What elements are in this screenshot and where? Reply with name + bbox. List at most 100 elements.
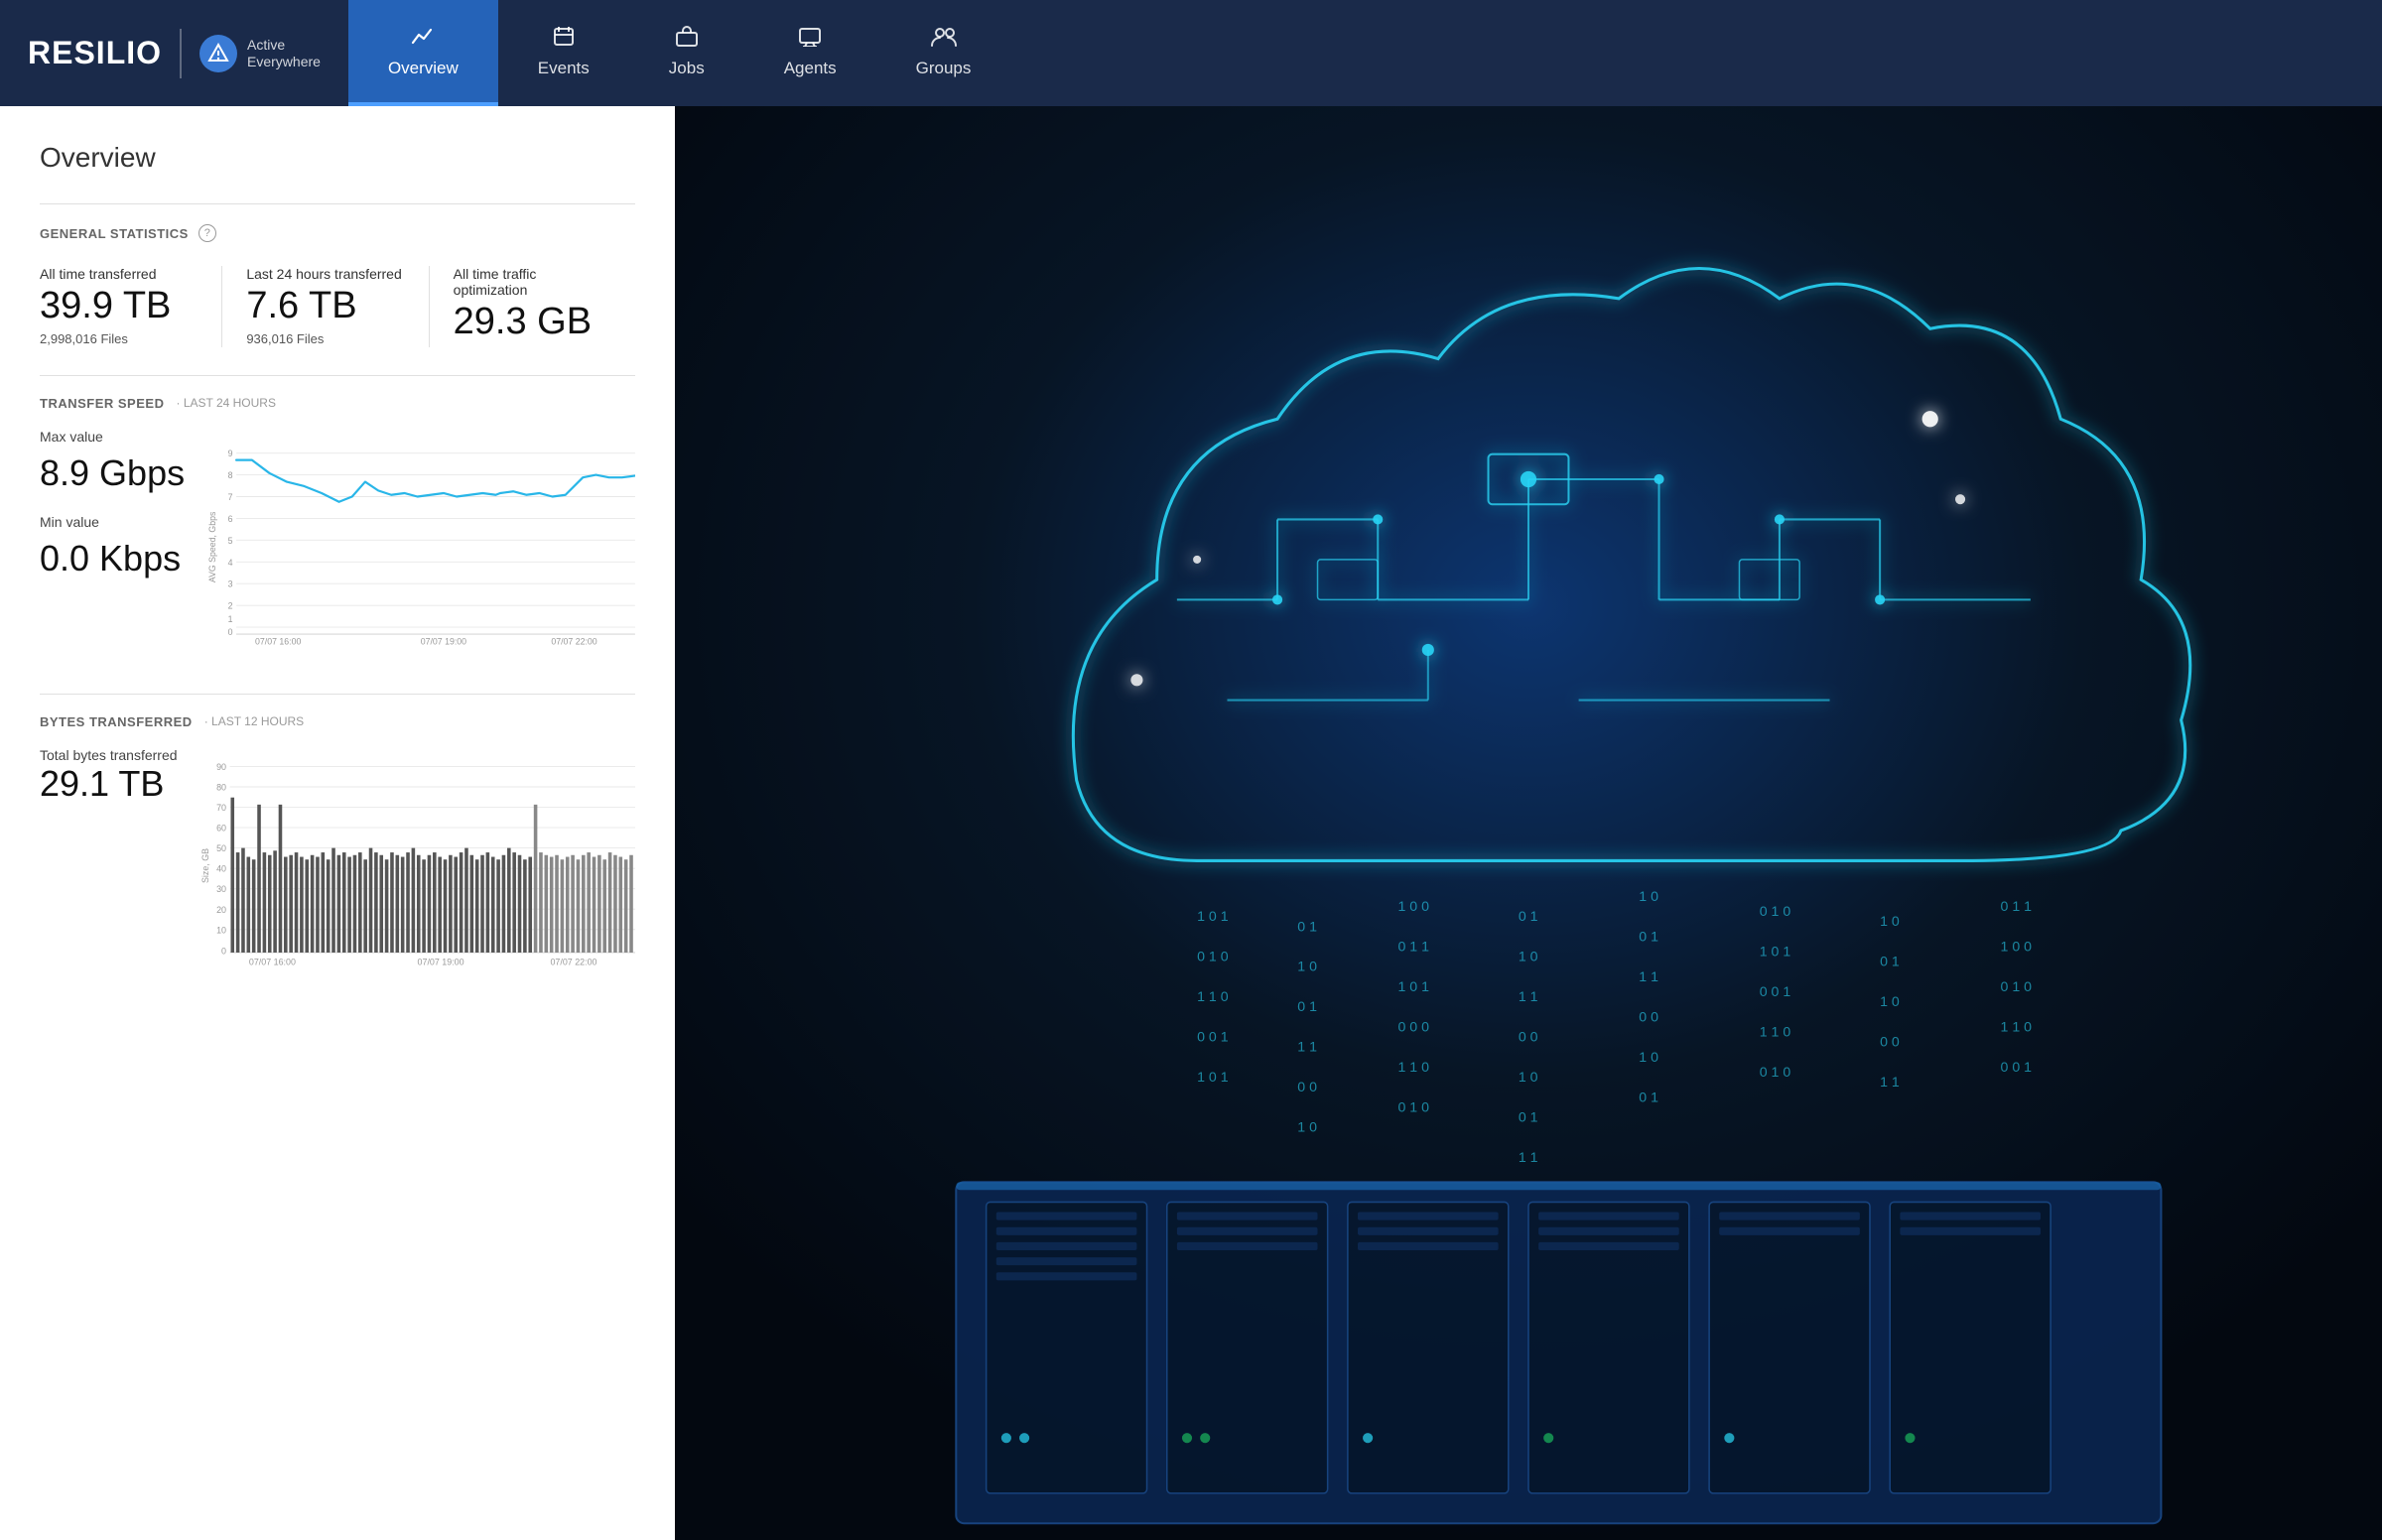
main-content: Overview GENERAL STATISTICS ? All time t… — [0, 106, 2382, 1540]
divider-3 — [40, 694, 635, 695]
nav-item-jobs[interactable]: Jobs — [629, 0, 744, 106]
svg-text:0 1 0: 0 1 0 — [1397, 1099, 1429, 1115]
svg-text:30: 30 — [216, 884, 226, 894]
top-navigation: RESILIO Active Everywhere Ove — [0, 0, 2382, 106]
svg-text:0 1: 0 1 — [1297, 999, 1317, 1015]
svg-text:4: 4 — [228, 558, 233, 568]
svg-text:1 1 0: 1 1 0 — [2001, 1019, 2033, 1035]
svg-text:0 1 0: 0 1 0 — [1760, 1065, 1791, 1081]
svg-text:60: 60 — [216, 823, 226, 833]
bytes-transferred-header: BYTES TRANSFERRED · LAST 12 HOURS — [40, 714, 635, 729]
events-icon — [552, 25, 576, 53]
transfer-speed-header: TRANSFER SPEED · LAST 24 HOURS — [40, 396, 635, 411]
svg-text:1 0: 1 0 — [1297, 960, 1317, 975]
svg-text:1 0: 1 0 — [1639, 1050, 1658, 1066]
bytes-transferred-section: BYTES TRANSFERRED · LAST 12 HOURS Total … — [40, 714, 635, 980]
svg-text:10: 10 — [216, 925, 226, 935]
svg-text:07/07 19:00: 07/07 19:00 — [417, 957, 463, 966]
agents-icon — [798, 25, 822, 53]
svg-text:1 1 0: 1 1 0 — [1397, 1060, 1429, 1076]
brand-divider — [180, 29, 182, 78]
nav-item-agents[interactable]: Agents — [744, 0, 876, 106]
bytes-chart: 90 80 70 60 50 40 30 20 10 0 — [201, 747, 635, 975]
svg-text:1 1: 1 1 — [1639, 969, 1658, 985]
overview-icon — [411, 25, 435, 53]
info-icon[interactable]: ? — [198, 224, 216, 242]
last24-stat: Last 24 hours transferred 7.6 TB 936,016… — [221, 266, 428, 347]
divider-2 — [40, 375, 635, 376]
svg-text:1: 1 — [228, 614, 233, 624]
optimization-stat: All time traffic optimization 29.3 GB — [429, 266, 635, 347]
svg-text:0 0 1: 0 0 1 — [1197, 1030, 1229, 1046]
general-stats-label: GENERAL STATISTICS — [40, 226, 189, 241]
svg-text:1 1: 1 1 — [1880, 1075, 1900, 1091]
svg-text:0 1 0: 0 1 0 — [1760, 904, 1791, 920]
svg-text:1 1 0: 1 1 0 — [1197, 989, 1229, 1005]
right-panel: 1 0 1 0 1 0 1 1 0 0 0 1 1 0 1 0 1 1 0 0 … — [675, 106, 2382, 1540]
bytes-chart-wrapper: 90 80 70 60 50 40 30 20 10 0 — [201, 747, 635, 980]
nav-item-events[interactable]: Events — [498, 0, 629, 106]
svg-text:0 0: 0 0 — [1297, 1080, 1317, 1095]
svg-text:0 0 1: 0 0 1 — [1760, 984, 1791, 1000]
brand-area: RESILIO Active Everywhere — [0, 0, 348, 106]
left-panel: Overview GENERAL STATISTICS ? All time t… — [0, 106, 675, 1540]
svg-text:1 1 0: 1 1 0 — [1760, 1025, 1791, 1041]
svg-text:Size, GB: Size, GB — [201, 848, 210, 883]
svg-text:20: 20 — [216, 905, 226, 915]
transfer-speed-sublabel: · LAST 24 HOURS — [176, 396, 276, 410]
brand-logo: RESILIO — [28, 35, 162, 71]
optimization-value: 29.3 GB — [454, 302, 611, 343]
svg-text:1 0: 1 0 — [1519, 1070, 1538, 1086]
svg-text:0 0: 0 0 — [1519, 1030, 1538, 1046]
svg-text:5: 5 — [228, 536, 233, 546]
nav-label-jobs: Jobs — [669, 59, 705, 78]
transfer-speed-section: TRANSFER SPEED · LAST 24 HOURS Max value… — [40, 396, 635, 662]
transfer-speed-label: TRANSFER SPEED — [40, 396, 164, 411]
groups-icon — [930, 25, 958, 53]
nav-item-groups[interactable]: Groups — [876, 0, 1011, 106]
divider-1 — [40, 203, 635, 204]
svg-text:9: 9 — [228, 449, 233, 458]
svg-text:0 1: 0 1 — [1880, 955, 1900, 970]
svg-text:0 1 0: 0 1 0 — [1197, 950, 1229, 965]
svg-text:2: 2 — [228, 600, 233, 610]
speed-chart-wrapper: 9 8 7 6 5 4 3 2 1 0 — [208, 429, 635, 662]
svg-text:0 0: 0 0 — [1880, 1035, 1900, 1051]
svg-text:07/07 16:00: 07/07 16:00 — [248, 957, 295, 966]
svg-text:1 0: 1 0 — [1297, 1120, 1317, 1136]
svg-text:0 1: 0 1 — [1639, 929, 1658, 945]
svg-text:07/07 19:00: 07/07 19:00 — [421, 636, 466, 646]
svg-text:7: 7 — [228, 492, 233, 502]
last24-value: 7.6 TB — [246, 286, 404, 327]
svg-text:0 1: 0 1 — [1519, 909, 1538, 925]
svg-text:1 0: 1 0 — [1519, 950, 1538, 965]
all-time-stat: All time transferred 39.9 TB 2,998,016 F… — [40, 266, 221, 347]
svg-text:07/07 22:00: 07/07 22:00 — [551, 636, 596, 646]
active-everywhere-icon — [199, 35, 237, 72]
nav-item-overview[interactable]: Overview — [348, 0, 498, 106]
svg-text:50: 50 — [216, 843, 226, 853]
svg-text:0 1: 0 1 — [1297, 919, 1317, 935]
all-time-files: 2,998,016 Files — [40, 331, 198, 346]
svg-text:1 0 1: 1 0 1 — [1760, 945, 1791, 961]
all-time-label: All time transferred — [40, 266, 198, 282]
svg-text:0: 0 — [221, 947, 226, 957]
svg-text:0 1: 0 1 — [1639, 1090, 1658, 1105]
jobs-icon — [675, 25, 699, 53]
speed-chart: 9 8 7 6 5 4 3 2 1 0 — [208, 429, 635, 657]
svg-text:8: 8 — [228, 470, 233, 480]
nav-items: Overview Events Jobs — [348, 0, 1010, 106]
svg-text:1 0 1: 1 0 1 — [1397, 979, 1429, 995]
bytes-transferred-sublabel: · LAST 12 HOURS — [204, 714, 305, 728]
optimization-label: All time traffic optimization — [454, 266, 611, 298]
bytes-transferred-label: BYTES TRANSFERRED — [40, 714, 193, 729]
svg-text:1 0 1: 1 0 1 — [1197, 1070, 1229, 1086]
cloud-svg-illustration: 1 0 1 0 1 0 1 1 0 0 0 1 1 0 1 0 1 1 0 0 … — [675, 106, 2382, 1540]
brand-active-text: Active Everywhere — [247, 37, 321, 70]
all-time-value: 39.9 TB — [40, 286, 198, 327]
svg-text:1 1: 1 1 — [1519, 1150, 1538, 1166]
speed-stats: Max value 8.9 Gbps Min value 0.0 Kbps — [40, 429, 185, 579]
svg-text:1 1: 1 1 — [1519, 989, 1538, 1005]
svg-text:0 0: 0 0 — [1639, 1009, 1658, 1025]
svg-text:1 0: 1 0 — [1880, 914, 1900, 930]
